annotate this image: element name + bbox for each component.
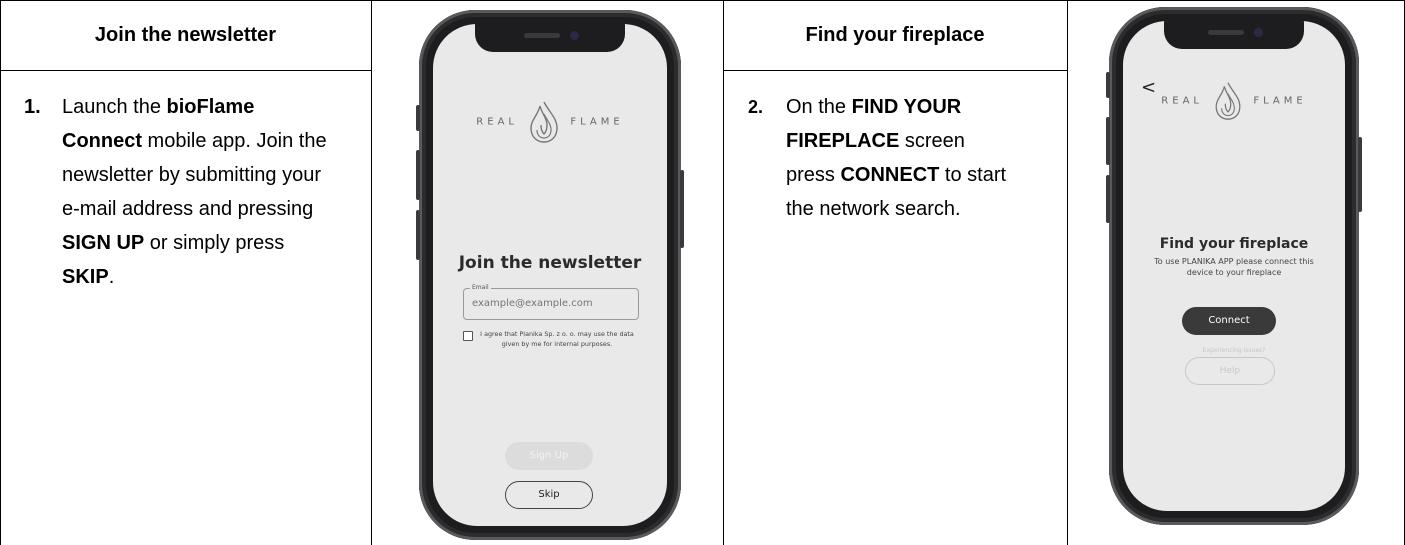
real-flame-logo: REAL FLAME bbox=[1123, 81, 1345, 121]
side-button bbox=[680, 170, 684, 248]
step-text-part: or simply press bbox=[144, 232, 285, 254]
side-button bbox=[1106, 117, 1110, 165]
app-screen-newsletter: REAL FLAME Join the newsletter Email I a… bbox=[433, 24, 667, 526]
logo-text-right: FLAME bbox=[570, 116, 624, 128]
phone-mockup-newsletter: REAL FLAME Join the newsletter Email I a… bbox=[416, 10, 684, 540]
logo-text-left: REAL bbox=[1161, 95, 1203, 107]
step-text-part: . bbox=[108, 266, 115, 288]
column-header-fireplace: Find your fireplace bbox=[805, 24, 985, 46]
step-text: On the FIND YOUR FIREPLACE screen press … bbox=[786, 90, 1008, 226]
logo-text-left: REAL bbox=[476, 116, 518, 128]
header-rule-left bbox=[0, 70, 371, 71]
real-flame-logo: REAL FLAME bbox=[433, 100, 667, 144]
logo-text-right: FLAME bbox=[1253, 95, 1307, 107]
issues-text: Experiencing issues? bbox=[1202, 347, 1266, 354]
table-border-top bbox=[0, 0, 1405, 1]
phone-notch bbox=[1164, 21, 1304, 49]
help-button[interactable]: Help bbox=[1185, 357, 1275, 385]
phone-mockup-fireplace: < REAL FLAME Find your fireplace To use … bbox=[1106, 7, 1362, 525]
side-button bbox=[1358, 137, 1362, 212]
step-text-bold: SIGN UP bbox=[62, 232, 145, 254]
table-border-left bbox=[0, 0, 1, 545]
fireplace-subtitle: To use PLANIKA APP please connect this d… bbox=[1154, 257, 1314, 277]
app-screen-fireplace: < REAL FLAME Find your fireplace To use … bbox=[1123, 21, 1345, 511]
newsletter-title: Join the newsletter bbox=[458, 253, 642, 273]
email-field[interactable]: Email bbox=[463, 284, 639, 320]
table-divider-2 bbox=[723, 0, 724, 545]
header-rule-right bbox=[723, 70, 1067, 71]
email-input[interactable] bbox=[472, 298, 622, 309]
sign-up-button[interactable]: Sign Up bbox=[505, 442, 593, 470]
step-number: 1. bbox=[24, 96, 41, 118]
table-divider-1 bbox=[371, 0, 372, 545]
consent-checkbox[interactable] bbox=[463, 331, 473, 341]
fireplace-title: Find your fireplace bbox=[1159, 236, 1309, 252]
connect-button[interactable]: Connect bbox=[1182, 307, 1276, 335]
column-header-newsletter: Join the newsletter bbox=[94, 24, 277, 46]
side-button bbox=[416, 105, 420, 131]
side-button bbox=[1106, 72, 1110, 98]
step-2: 2. On the FIND YOUR FIREPLACE screen pre… bbox=[748, 90, 1048, 290]
flame-logo-icon bbox=[530, 101, 558, 143]
step-text: Launch the bioFlame Connect mobile app. … bbox=[62, 90, 334, 294]
step-number: 2. bbox=[748, 97, 764, 117]
table-divider-3 bbox=[1067, 0, 1068, 545]
step-text-bold: CONNECT bbox=[840, 164, 940, 186]
side-button bbox=[416, 150, 420, 200]
flame-logo-icon bbox=[1215, 82, 1241, 120]
step-text-bold: SKIP bbox=[62, 266, 109, 288]
email-field-label: Email bbox=[470, 284, 491, 291]
skip-button[interactable]: Skip bbox=[505, 481, 593, 509]
step-1: 1. Launch the bioFlame Connect mobile ap… bbox=[24, 90, 354, 390]
side-button bbox=[1106, 175, 1110, 223]
step-text-part: Launch the bbox=[62, 96, 167, 118]
side-button bbox=[416, 210, 420, 260]
phone-notch bbox=[475, 24, 625, 52]
consent-text: I agree that Planika Sp. z o. o. may use… bbox=[480, 330, 634, 348]
step-text-part: On the bbox=[786, 96, 852, 118]
